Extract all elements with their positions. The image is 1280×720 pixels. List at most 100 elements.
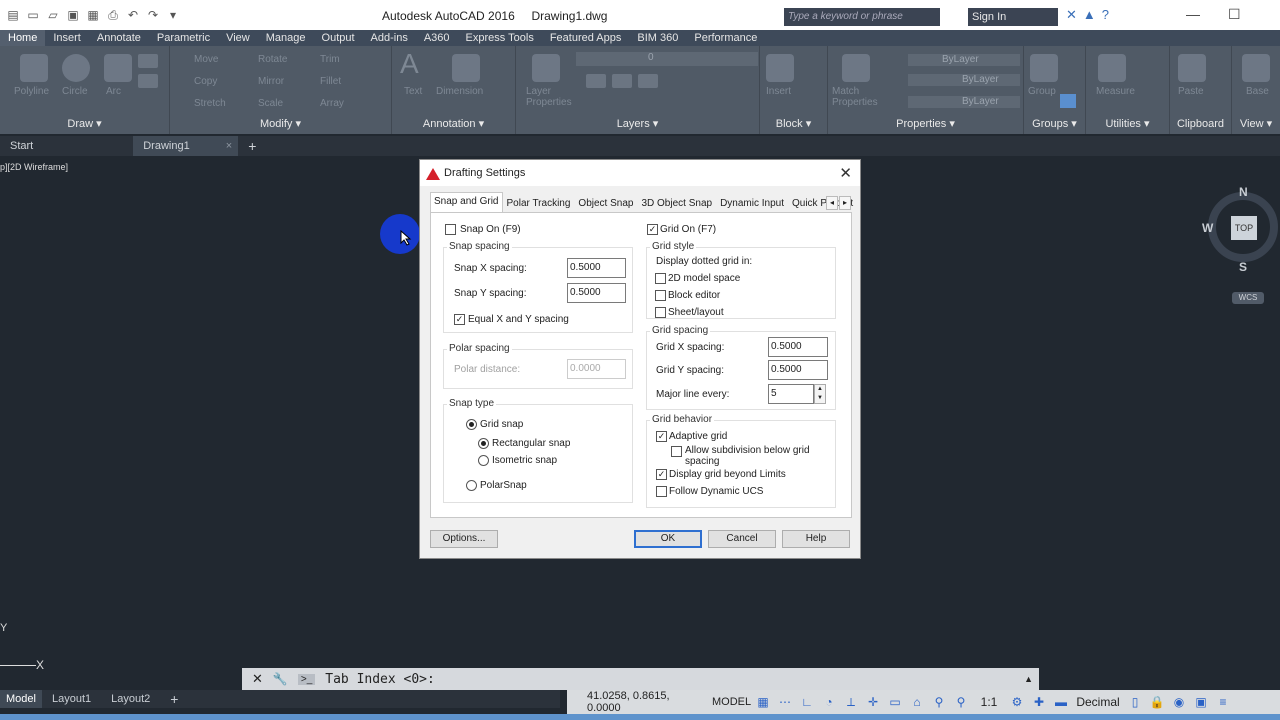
- grid-y-input[interactable]: 0.5000: [768, 360, 828, 380]
- units-icon[interactable]: ▬: [1054, 695, 1068, 709]
- view-panel-title[interactable]: View ▾: [1232, 117, 1280, 130]
- annotation-scale-value[interactable]: 1:1: [976, 695, 1002, 709]
- tab-dynamic-input[interactable]: Dynamic Input: [716, 194, 788, 212]
- copy-tool[interactable]: Copy: [194, 76, 217, 87]
- redo-icon[interactable]: ↷: [144, 6, 162, 24]
- save-icon[interactable]: ▣: [64, 6, 82, 24]
- dialog-title-bar[interactable]: Drafting Settings ✕: [420, 160, 860, 186]
- tab-polar-tracking[interactable]: Polar Tracking: [503, 194, 575, 212]
- open-icon[interactable]: ▱: [44, 6, 62, 24]
- block-panel-title[interactable]: Block ▾: [760, 117, 827, 130]
- isometric-snap-radio[interactable]: [478, 455, 489, 466]
- ribbon-tab-featured-apps[interactable]: Featured Apps: [542, 30, 630, 46]
- options-button[interactable]: Options...: [430, 530, 498, 548]
- display-beyond-limits-checkbox[interactable]: ✓: [656, 469, 667, 480]
- osnap-icon[interactable]: ✛: [866, 695, 880, 709]
- tab-snap-and-grid[interactable]: Snap and Grid: [430, 192, 503, 212]
- new-layout-icon[interactable]: +: [160, 690, 188, 708]
- ribbon-tab-bim360[interactable]: BIM 360: [629, 30, 686, 46]
- dimension-icon[interactable]: [452, 54, 480, 82]
- ribbon-tab-insert[interactable]: Insert: [45, 30, 89, 46]
- tab-3d-object-snap[interactable]: 3D Object Snap: [637, 194, 716, 212]
- trim-tool[interactable]: Trim: [320, 54, 340, 65]
- ribbon-tab-a360[interactable]: A360: [416, 30, 458, 46]
- match-properties-icon[interactable]: [842, 54, 870, 82]
- layer-properties-icon[interactable]: [532, 54, 560, 82]
- layer-tool-icon[interactable]: [586, 74, 606, 88]
- annotation-monitor-icon[interactable]: ✚: [1032, 695, 1046, 709]
- ribbon-tab-manage[interactable]: Manage: [258, 30, 314, 46]
- units-value[interactable]: Decimal: [1076, 695, 1120, 709]
- annotation-scale-icon[interactable]: ⚲: [954, 695, 968, 709]
- clean-screen-icon[interactable]: ▣: [1194, 695, 1208, 709]
- minimize-icon[interactable]: —: [1186, 6, 1200, 23]
- sign-in-button[interactable]: Sign In: [968, 8, 1058, 26]
- snap-on-checkbox[interactable]: [445, 224, 456, 235]
- equal-xy-checkbox[interactable]: ✓: [454, 314, 465, 325]
- grid-on-checkbox[interactable]: ✓: [647, 224, 658, 235]
- layer-tool-icon[interactable]: [612, 74, 632, 88]
- major-line-spinner[interactable]: ▲ ▼: [814, 384, 826, 404]
- command-line[interactable]: ✕ 🔧 >_ Tab Index <0>: ▲: [242, 668, 1039, 690]
- polyline-icon[interactable]: [20, 54, 48, 82]
- tab-scroll-left-icon[interactable]: ◂: [826, 196, 838, 210]
- new-icon[interactable]: ▭: [24, 6, 42, 24]
- color-dropdown[interactable]: ByLayer: [908, 54, 1020, 66]
- ribbon-tab-output[interactable]: Output: [314, 30, 363, 46]
- polar-icon[interactable]: ◔: [822, 695, 836, 709]
- lineweight-dropdown[interactable]: ByLayer: [908, 74, 1020, 86]
- grid-sheet-layout-checkbox[interactable]: [655, 307, 666, 318]
- help-search-input[interactable]: Type a keyword or phrase: [784, 8, 940, 26]
- layer-tool-icon[interactable]: [638, 74, 658, 88]
- command-text[interactable]: Tab Index <0>:: [325, 672, 435, 687]
- layout2-tab[interactable]: Layout2: [101, 690, 160, 708]
- ribbon-tab-express-tools[interactable]: Express Tools: [458, 30, 542, 46]
- dialog-close-icon[interactable]: ✕: [839, 164, 852, 182]
- properties-panel-title[interactable]: Properties ▾: [828, 117, 1023, 130]
- undo-icon[interactable]: ↶: [124, 6, 142, 24]
- group-icon[interactable]: [1030, 54, 1058, 82]
- snap-x-input[interactable]: 0.5000: [567, 258, 626, 278]
- new-tab-icon[interactable]: +: [238, 136, 266, 156]
- base-view-icon[interactable]: [1242, 54, 1270, 82]
- qat-dropdown-icon[interactable]: ▾: [164, 6, 182, 24]
- modify-panel-title[interactable]: Modify ▾: [170, 117, 391, 130]
- grid-block-editor-checkbox[interactable]: [655, 290, 666, 301]
- insert-block-icon[interactable]: [766, 54, 794, 82]
- lock-ui-icon[interactable]: 🔒: [1150, 695, 1165, 709]
- workspace-gear-icon[interactable]: ⚙: [1010, 695, 1024, 709]
- help-icon[interactable]: ?: [1102, 7, 1109, 23]
- command-prompt-icon[interactable]: >_: [297, 673, 316, 685]
- layout1-tab[interactable]: Layout1: [42, 690, 101, 708]
- ribbon-tab-performance[interactable]: Performance: [686, 30, 765, 46]
- polar-distance-input[interactable]: 0.0000: [567, 359, 626, 379]
- major-line-input[interactable]: 5: [768, 384, 814, 404]
- ribbon-tab-home[interactable]: Home: [0, 30, 46, 46]
- lineweight-icon[interactable]: ▭: [888, 695, 902, 709]
- groups-panel-title[interactable]: Groups ▾: [1024, 117, 1085, 130]
- array-tool[interactable]: Array: [320, 98, 344, 109]
- exchange-icon[interactable]: ✕: [1066, 7, 1077, 23]
- move-tool[interactable]: Move: [194, 54, 218, 65]
- measure-icon[interactable]: [1098, 54, 1126, 82]
- autodesk-360-icon[interactable]: ▲: [1083, 7, 1096, 23]
- linetype-dropdown[interactable]: ByLayer: [908, 96, 1020, 108]
- wcs-menu[interactable]: WCS: [1232, 292, 1264, 304]
- ortho-icon[interactable]: ∟: [800, 695, 814, 709]
- hatch-icon[interactable]: [138, 74, 158, 88]
- follow-dynamic-ucs-checkbox[interactable]: [656, 486, 667, 497]
- ribbon-tab-view[interactable]: View: [218, 30, 258, 46]
- model-tab[interactable]: Model: [0, 690, 42, 708]
- close-command-icon[interactable]: ✕: [252, 671, 263, 687]
- rotate-tool[interactable]: Rotate: [258, 54, 287, 65]
- start-tab[interactable]: Start: [0, 136, 43, 156]
- annotation-panel-title[interactable]: Annotation ▾: [392, 117, 515, 130]
- adaptive-grid-checkbox[interactable]: ✓: [656, 431, 667, 442]
- drawing1-tab[interactable]: Drawing1 ×: [133, 136, 239, 156]
- grid-model-space-checkbox[interactable]: [655, 273, 666, 284]
- compass-west[interactable]: W: [1202, 221, 1213, 235]
- viewport-controls-label[interactable]: p][2D Wireframe]: [0, 162, 68, 172]
- fillet-tool[interactable]: Fillet: [320, 76, 341, 87]
- close-tab-icon[interactable]: ×: [226, 136, 232, 156]
- save-as-icon[interactable]: ▦: [84, 6, 102, 24]
